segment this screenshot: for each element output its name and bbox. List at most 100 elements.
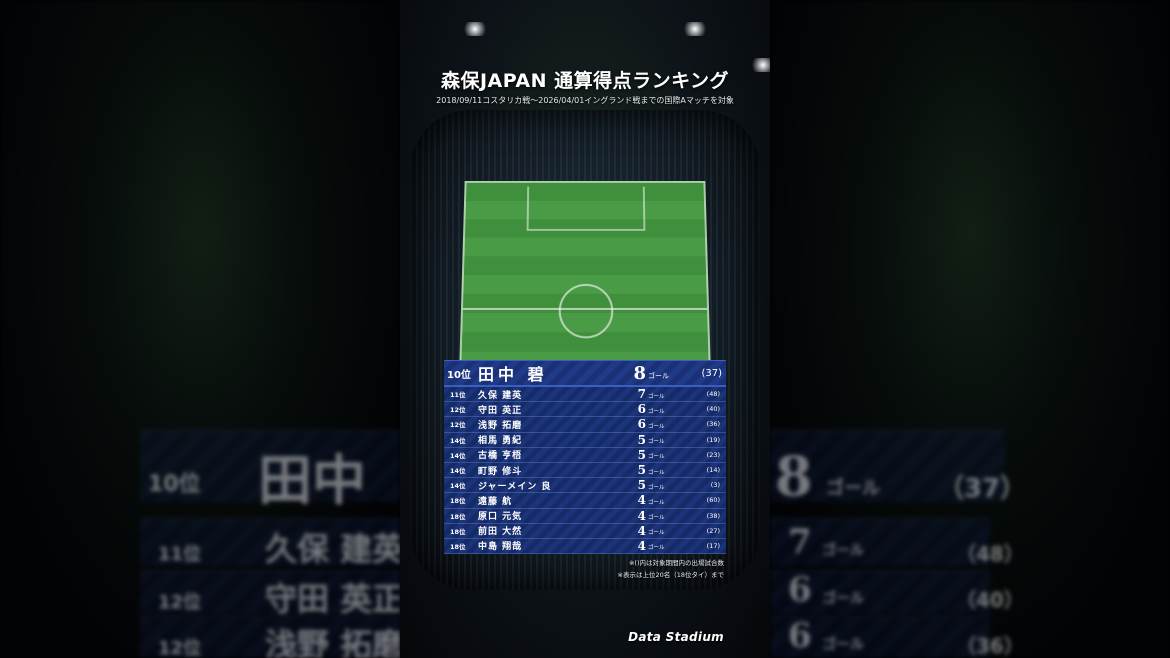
goal-count: 4	[637, 523, 646, 538]
appearances: (27)	[706, 526, 720, 535]
goal-count: 5	[637, 463, 646, 478]
ranking-row: 18位 前田 大然 4 ゴール (27)	[444, 523, 726, 539]
goal-count: 4	[637, 538, 646, 553]
bg-unit: ゴール	[822, 543, 864, 559]
rank-label: 14位	[450, 482, 466, 491]
appearances: (14)	[706, 466, 720, 475]
bg-goals-top: 8	[775, 444, 813, 508]
bg-rank: 12位	[158, 638, 202, 658]
bg-goals: 6	[788, 616, 812, 656]
goal-unit: ゴール	[648, 545, 665, 552]
goal-count: 6	[637, 402, 646, 417]
player-name: 久保 建英	[478, 390, 523, 401]
center-circle	[558, 283, 614, 339]
bg-apps: （40）	[956, 588, 1024, 612]
rank-label: 12位	[450, 406, 466, 415]
data-stadium-logo: Data Stadium	[628, 630, 724, 644]
player-name: 原口 元気	[478, 512, 523, 523]
rank-label: 10位	[447, 369, 471, 381]
goal-count: 5	[637, 478, 646, 493]
goal-unit: ゴール	[648, 484, 665, 491]
ranking-row: 18位 中島 翔哉 4 ゴール (17)	[444, 538, 726, 555]
ranking-row: 14位 ジャーメイン 良 5 ゴール (3)	[444, 478, 726, 494]
goal-unit: ゴール	[648, 372, 669, 380]
penalty-box	[526, 186, 646, 231]
bg-goals: 6	[788, 570, 812, 610]
bg-goals: 7	[788, 522, 812, 562]
appearances: (40)	[706, 405, 720, 414]
player-name: 田中 碧	[478, 365, 548, 384]
floodlight	[682, 22, 708, 36]
goal-unit: ゴール	[648, 408, 665, 415]
rank-label: 14位	[450, 467, 466, 476]
goal-count: 4	[637, 508, 646, 523]
appearances: (19)	[706, 435, 720, 444]
player-name: 前田 大然	[478, 527, 523, 538]
appearances: (17)	[706, 541, 720, 550]
rank-label: 11位	[450, 391, 466, 400]
goal-count: 8	[633, 362, 646, 384]
goal-unit: ゴール	[648, 454, 665, 461]
goal-count: 4	[637, 493, 646, 508]
goal-count: 6	[637, 417, 646, 432]
goal-count: 5	[637, 447, 646, 462]
ranking-row: 14位 相馬 勇紀 5 ゴール (19)	[444, 432, 726, 448]
goal-unit: ゴール	[648, 393, 665, 400]
player-name: 中島 翔哉	[478, 542, 523, 553]
rank-label: 18位	[450, 512, 466, 521]
appearances: (37)	[701, 367, 722, 379]
player-name: 町野 修斗	[478, 466, 523, 477]
appearances: (38)	[706, 511, 720, 520]
goal-unit: ゴール	[648, 469, 665, 476]
rank-label: 12位	[450, 421, 466, 430]
ranking-row: 11位 久保 建英 7 ゴール (48)	[444, 387, 726, 403]
bg-name: 守田 英正	[265, 580, 400, 618]
bg-apps-top: （37）	[938, 474, 1027, 504]
football-pitch	[459, 180, 711, 370]
player-name: ジャーメイン 良	[478, 481, 552, 492]
appearances: (48)	[706, 390, 720, 399]
player-name: 遠藤 航	[478, 496, 513, 507]
bg-unit: ゴール	[822, 637, 864, 653]
ranking-row: 18位 遠藤 航 4 ゴール (60)	[444, 493, 726, 509]
rank-label: 14位	[450, 436, 466, 445]
appearances: (36)	[706, 420, 720, 429]
goal-unit: ゴール	[648, 515, 665, 522]
goal-unit: ゴール	[648, 499, 665, 506]
player-name: 古橋 亨梧	[478, 451, 523, 462]
ranking-row: 14位 古橋 亨梧 5 ゴール (23)	[444, 447, 726, 463]
player-name: 守田 英正	[478, 405, 523, 416]
rank-label: 18位	[450, 497, 466, 506]
ranking-row: 14位 町野 修斗 5 ゴール (14)	[444, 462, 726, 479]
bg-name: 浅野 拓磨	[265, 626, 400, 658]
appearances: (60)	[706, 496, 720, 505]
bg-rank: 11位	[158, 544, 202, 565]
rank-label: 18位	[450, 542, 466, 551]
ranking-table: 10位 田中 碧 8 ゴール (37) 11位 久保 建英 7 ゴール (48) 12位守…	[444, 360, 726, 555]
ranking-row: 18位 原口 元気 4 ゴール (38)	[444, 508, 726, 524]
ranking-row-featured: 10位 田中 碧 8 ゴール (37)	[444, 360, 726, 387]
background-left: 10位 田中 11位 久保 建英 12位 守田 英正 12位 浅野 拓磨	[0, 0, 400, 658]
footnotes: ※()内は対象期間内の出場試合数 ※表示は上位20名（18位タイ）まで	[618, 557, 725, 581]
bg-rank-top: 10位	[148, 472, 201, 497]
bg-unit: ゴール	[822, 591, 864, 607]
footnote: ※表示は上位20名（18位タイ）まで	[617, 571, 725, 579]
goal-unit: ゴール	[648, 423, 665, 430]
appearances: (23)	[706, 450, 720, 459]
page-title: 森保JAPAN 通算得点ランキング	[440, 70, 730, 92]
background-right: 8 ゴール （37） 7 ゴール （48） 6 ゴール （40） 6 ゴール （…	[770, 0, 1170, 658]
player-name: 浅野 拓磨	[478, 420, 523, 431]
rank-label: 14位	[450, 451, 466, 460]
footnote: ※()内は対象期間内の出場試合数	[628, 559, 724, 567]
floodlight	[462, 22, 488, 36]
bg-name: 久保 建英	[265, 530, 400, 568]
video-frame: 森保JAPAN 通算得点ランキング 2018/09/11コスタリカ戦〜2026/…	[400, 0, 770, 658]
bg-apps: （36）	[956, 634, 1024, 658]
goal-unit: ゴール	[648, 439, 665, 446]
bg-name-top: 田中	[258, 449, 366, 512]
appearances: (3)	[710, 481, 720, 490]
ranking-row: 12位 守田 英正 6 ゴール (40)	[444, 402, 726, 418]
ranking-row: 12位 浅野 拓磨 6 ゴール (36)	[444, 417, 726, 433]
rank-label: 18位	[450, 527, 466, 536]
player-name: 相馬 勇紀	[478, 436, 523, 447]
